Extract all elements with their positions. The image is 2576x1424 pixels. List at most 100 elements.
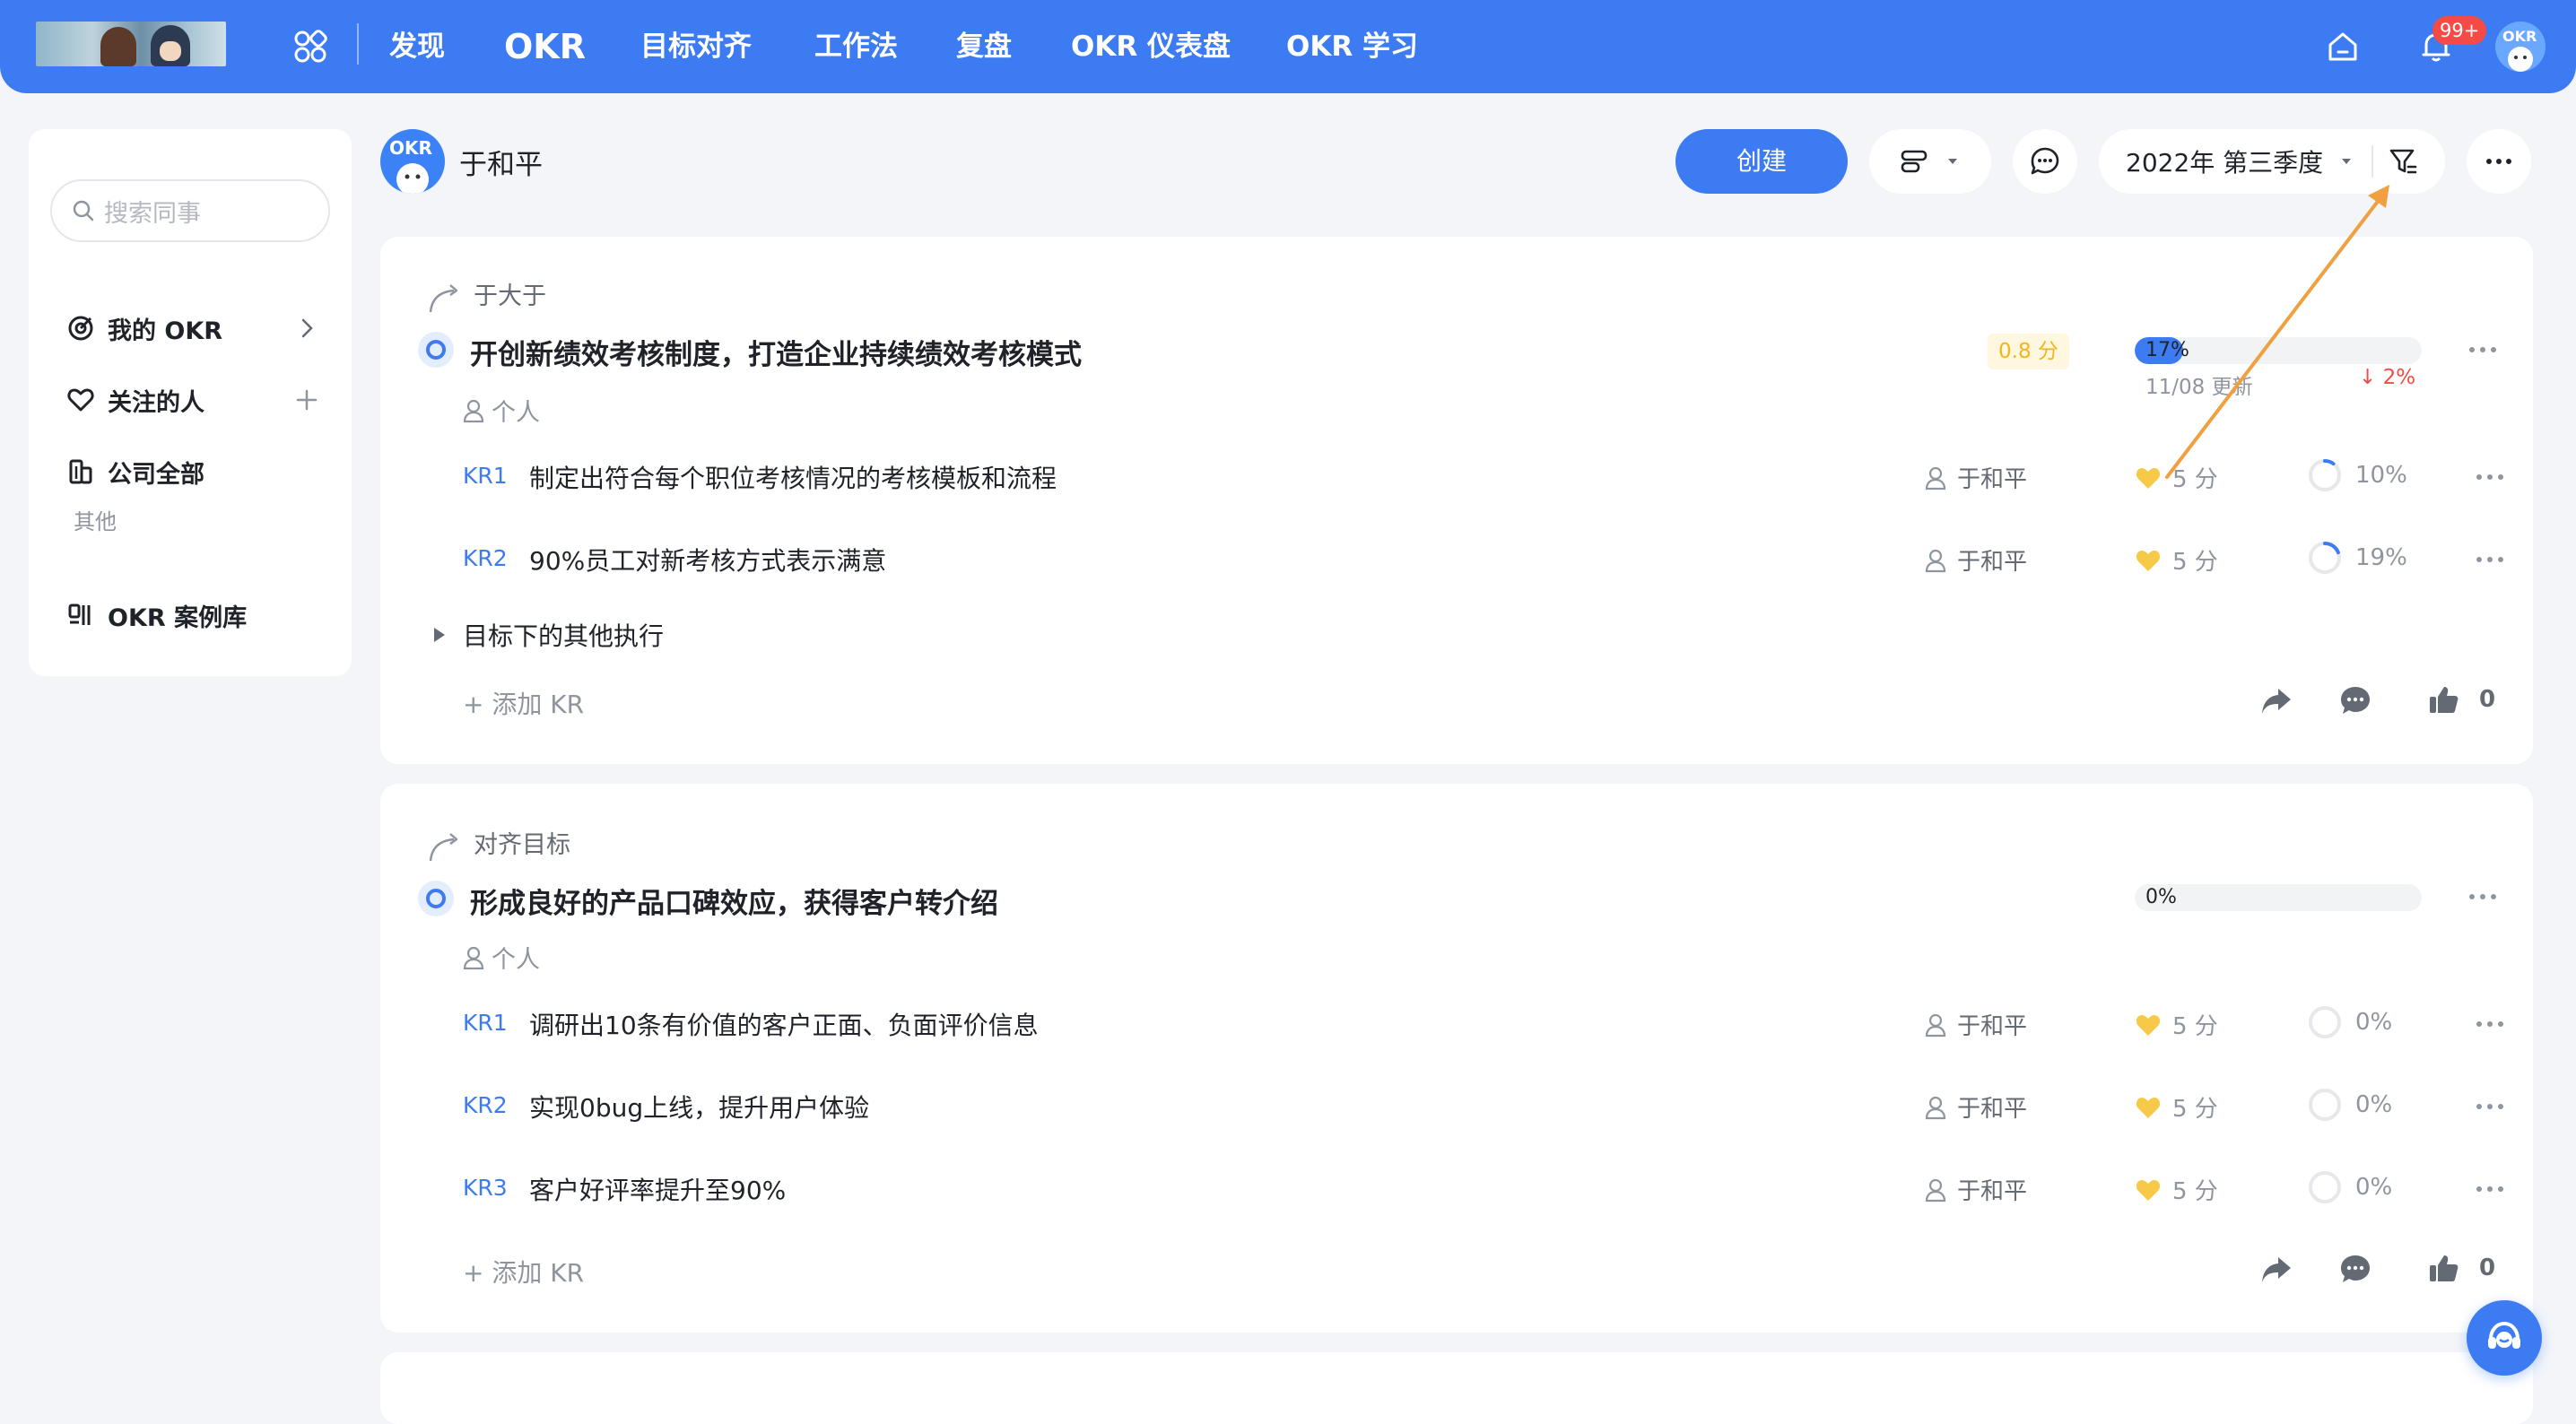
kr-score[interactable]: 5 分 (2135, 1008, 2218, 1041)
notification-badge: 99+ (2432, 16, 2487, 45)
kr-owner-name: 于和平 (1957, 1178, 2028, 1205)
comment-icon[interactable] (2337, 683, 2373, 719)
home-icon[interactable] (2323, 27, 2363, 66)
nav-item-dashboard[interactable]: OKR 仪表盘 (1071, 0, 1231, 93)
person-icon (1925, 466, 1946, 490)
like-count: 0 (2479, 686, 2496, 713)
more-icon[interactable] (2472, 551, 2508, 569)
kr-text[interactable]: 90%员工对新考核方式表示满意 (529, 542, 886, 577)
plus-icon[interactable] (292, 386, 321, 414)
kr-score[interactable]: 5 分 (2135, 543, 2218, 577)
kr-label: KR1 (463, 463, 508, 489)
owner-name: 于和平 (459, 149, 543, 181)
nav-item-okr[interactable]: OKR (504, 0, 586, 93)
library-icon (68, 603, 91, 625)
kr-progress[interactable]: 0% (2307, 1004, 2392, 1040)
more-icon[interactable] (2472, 1180, 2508, 1198)
objective-title[interactable]: 形成良好的产品口碑效应，获得客户转介绍 (470, 881, 998, 921)
layout-icon (1901, 150, 1928, 173)
kr-owner[interactable]: 于和平 (1923, 461, 2027, 494)
confidence-heart-icon (2136, 1179, 2161, 1201)
progress-text: 17% (2145, 339, 2189, 361)
nav-item-goal-alignment[interactable]: 目标对齐 (640, 0, 752, 93)
kr-owner[interactable]: 于和平 (1923, 1008, 2027, 1041)
aligned-parent-label[interactable]: 对齐目标 (474, 825, 570, 860)
thumbs-up-icon (2430, 1255, 2459, 1281)
kr-score[interactable]: 5 分 (2135, 461, 2218, 494)
caret-down-icon (2342, 159, 2352, 164)
create-button[interactable]: 创建 (1675, 129, 1848, 194)
objective-status-icon (418, 881, 454, 916)
kr-progress-value: 0% (2355, 1174, 2393, 1201)
add-kr-button[interactable]: + 添加 KR (463, 1254, 584, 1289)
support-icon (2488, 1321, 2520, 1349)
kr-progress[interactable]: 19% (2307, 540, 2407, 576)
kr-text[interactable]: 调研出10条有价值的客户正面、负面评价信息 (529, 1006, 1039, 1042)
customer-service-button[interactable] (2467, 1300, 2542, 1376)
kr-progress[interactable]: 0% (2307, 1169, 2392, 1205)
like-button[interactable]: 0 (2427, 1252, 2495, 1284)
kr-score[interactable]: 5 分 (2135, 1090, 2218, 1124)
chevron-right-icon (301, 318, 313, 338)
nav-item-discover[interactable]: 发现 (389, 0, 445, 93)
like-button[interactable]: 0 (2427, 683, 2495, 716)
objective-title[interactable]: 开创新绩效考核制度，打造企业持续绩效考核模式 (470, 332, 1082, 372)
svg-text:OKR: OKR (389, 137, 432, 159)
sidebar-item-company-all[interactable]: 公司全部 (66, 445, 335, 499)
person-icon (1925, 1178, 1946, 1202)
more-icon[interactable] (2472, 1098, 2508, 1116)
sidebar-item-case-library[interactable]: OKR 案例库 (66, 588, 335, 642)
objective-type: 个人 (461, 393, 540, 428)
kr-progress[interactable]: 10% (2307, 457, 2407, 493)
more-icon[interactable] (2472, 468, 2508, 486)
kr-text[interactable]: 实现0bug上线，提升用户体验 (529, 1089, 869, 1124)
share-icon[interactable] (2258, 685, 2294, 717)
user-avatar[interactable]: OKR (2495, 22, 2546, 72)
filter-icon[interactable] (2386, 144, 2420, 178)
owner-avatar: OKR (380, 129, 445, 194)
sidebar-item-label: 关注的人 (108, 388, 205, 417)
kr-text[interactable]: 制定出符合每个职位考核情况的考核模板和流程 (529, 459, 1057, 495)
comment-icon[interactable] (2337, 1252, 2373, 1288)
kr-score-value: 5 分 (2172, 1013, 2218, 1040)
caret-down-icon (1948, 159, 1957, 164)
top-nav-bar: 发现 OKR 目标对齐 工作法 复盘 OKR 仪表盘 OKR 学习 99+ OK… (0, 0, 2576, 93)
sidebar-other-header: 其他 (74, 509, 117, 534)
kr-owner[interactable]: 于和平 (1923, 543, 2027, 577)
nav-item-learning[interactable]: OKR 学习 (1286, 0, 1418, 93)
sidebar-item-my-okr[interactable]: 我的 OKR (66, 301, 335, 355)
other-executions-toggle[interactable]: 目标下的其他执行 (434, 617, 664, 653)
nav-item-methods[interactable]: 工作法 (814, 0, 898, 93)
aligned-parent-label[interactable]: 于大于 (474, 276, 546, 311)
kr-score-value: 5 分 (2172, 1096, 2218, 1123)
quarter-selector[interactable]: 2022年 第三季度 (2099, 129, 2445, 194)
sidebar-item-label: 公司全部 (108, 460, 205, 489)
nav-item-review[interactable]: 复盘 (956, 0, 1012, 93)
align-arrow-icon (429, 284, 458, 313)
sidebar-item-following[interactable]: 关注的人 (66, 373, 335, 427)
more-icon[interactable] (2465, 888, 2501, 906)
more-options-button[interactable] (2467, 129, 2531, 194)
objective-type-label: 个人 (492, 946, 540, 974)
nav-divider (357, 23, 359, 65)
add-kr-button[interactable]: + 添加 KR (463, 685, 584, 721)
heart-icon (67, 388, 94, 412)
search-icon (73, 200, 94, 221)
sidebar-item-label: 我的 OKR (108, 317, 223, 345)
kr-progress-value: 10% (2355, 462, 2407, 489)
share-icon[interactable] (2258, 1254, 2294, 1286)
apps-grid-icon[interactable] (292, 29, 328, 65)
kr-owner-name: 于和平 (1957, 1096, 2028, 1123)
thumbs-up-icon (2430, 687, 2459, 713)
search-colleague-input[interactable]: 搜索同事 (50, 179, 330, 242)
kr-score[interactable]: 5 分 (2135, 1173, 2218, 1206)
kr-progress[interactable]: 0% (2307, 1087, 2392, 1123)
view-mode-dropdown[interactable] (1869, 129, 1991, 194)
kr-owner[interactable]: 于和平 (1923, 1090, 2027, 1124)
person-icon (463, 946, 484, 969)
kr-text[interactable]: 客户好评率提升至90% (529, 1171, 786, 1207)
more-icon[interactable] (2472, 1015, 2508, 1033)
more-icon[interactable] (2465, 341, 2501, 359)
comment-button[interactable] (2013, 129, 2077, 194)
kr-owner[interactable]: 于和平 (1923, 1173, 2027, 1206)
